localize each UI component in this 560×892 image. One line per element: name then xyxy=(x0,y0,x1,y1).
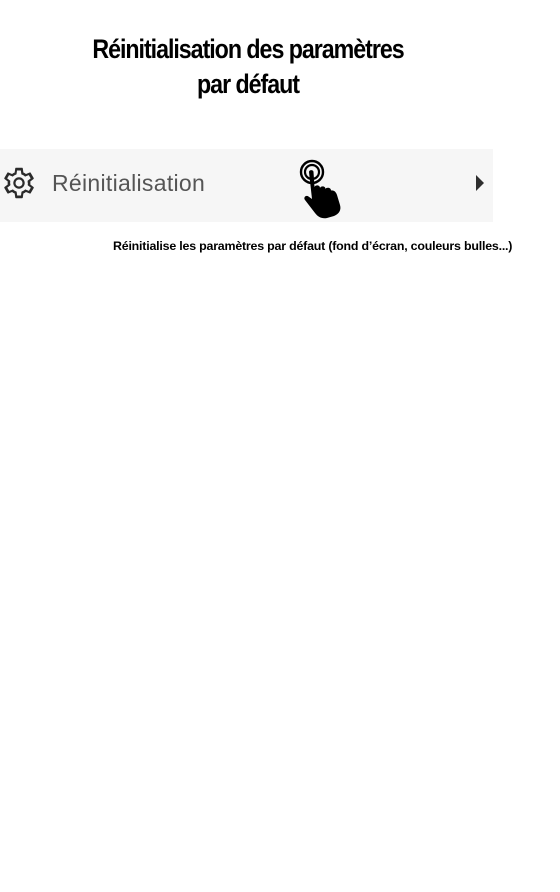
gear-icon xyxy=(4,167,34,199)
reset-description: Réinitialise les paramètres par défaut (… xyxy=(113,239,513,253)
page-title-line-1: Réinitialisation des paramètres xyxy=(92,34,404,64)
chevron-right-icon xyxy=(476,175,484,191)
reset-settings-label: Réinitialisation xyxy=(52,170,206,196)
tap-hand-icon xyxy=(299,159,341,219)
page-title: Réinitialisation des paramètres par défa… xyxy=(61,32,436,102)
page-title-line-2: par défaut xyxy=(197,69,300,99)
